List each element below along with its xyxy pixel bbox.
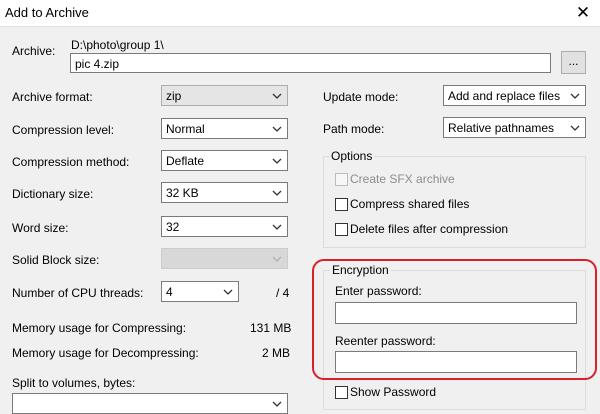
word-size-label: Word size: [12,221,69,235]
chevron-down-icon [271,253,283,265]
path-mode-select[interactable]: Relative pathnames [443,117,586,138]
update-mode-label: Update mode: [323,90,399,104]
chevron-down-icon [271,123,283,135]
path-mode-label: Path mode: [323,122,385,136]
options-group-title: Options [329,149,375,163]
chevron-down-icon [271,155,283,167]
dictionary-size-select[interactable]: 32 KB [161,182,288,203]
create-sfx-checkbox[interactable] [335,173,348,186]
memory-compressing-label: Memory usage for Compressing: [12,321,187,335]
window-title: Add to Archive [5,5,89,20]
compress-shared-label: Compress shared files [350,197,470,211]
compression-method-value: Deflate [166,154,205,168]
solid-block-size-select[interactable] [161,248,288,269]
dictionary-size-value: 32 KB [166,186,199,200]
compression-level-select[interactable]: Normal [161,118,288,139]
archive-label: Archive: [12,44,56,58]
cpu-threads-label: Number of CPU threads: [12,286,144,300]
chevron-down-icon [271,398,283,410]
update-mode-select[interactable]: Add and replace files [443,85,586,106]
show-password-label: Show Password [350,385,437,399]
archive-name-input[interactable]: pic 4.zip [70,53,551,73]
compression-method-label: Compression method: [12,155,130,169]
cpu-threads-select[interactable]: 4 [161,281,239,302]
browse-button[interactable]: ... [561,51,586,74]
delete-after-checkbox[interactable] [335,223,348,236]
show-password-checkbox[interactable] [335,386,348,399]
chevron-down-icon [569,122,581,134]
chevron-down-icon [271,90,283,102]
compression-level-label: Compression level: [12,123,115,137]
word-size-value: 32 [166,220,180,234]
dictionary-size-label: Dictionary size: [12,187,94,201]
path-mode-value: Relative pathnames [448,121,555,135]
solid-block-size-label: Solid Block size: [12,253,100,267]
chevron-down-icon [271,187,283,199]
chevron-down-icon [222,286,234,298]
create-sfx-label: Create SFX archive [350,172,455,186]
archive-name-value: pic 4.zip [75,57,120,71]
close-icon[interactable]: ✕ [571,2,595,24]
archive-format-label: Archive format: [12,90,93,104]
chevron-down-icon [569,90,581,102]
memory-decompressing-value: 2 MB [261,346,290,360]
archive-path: D:\photo\group 1\ [71,38,164,52]
split-volumes-label: Split to volumes, bytes: [12,376,136,390]
update-mode-value: Add and replace files [448,89,561,103]
memory-decompressing-label: Memory usage for Decompressing: [12,346,199,360]
memory-compressing-value: 131 MB [250,321,292,335]
archive-format-select[interactable]: zip [161,85,288,106]
encryption-highlight [312,259,597,380]
compression-level-value: Normal [166,122,205,136]
title-bar: Add to Archive ✕ [0,0,600,27]
compress-shared-checkbox[interactable] [335,198,348,211]
word-size-select[interactable]: 32 [161,216,288,237]
cpu-threads-value: 4 [166,285,173,299]
compression-method-select[interactable]: Deflate [161,150,288,171]
delete-after-label: Delete files after compression [350,222,509,236]
archive-format-value: zip [166,89,182,103]
cpu-threads-max: / 4 [276,286,290,300]
chevron-down-icon [271,221,283,233]
